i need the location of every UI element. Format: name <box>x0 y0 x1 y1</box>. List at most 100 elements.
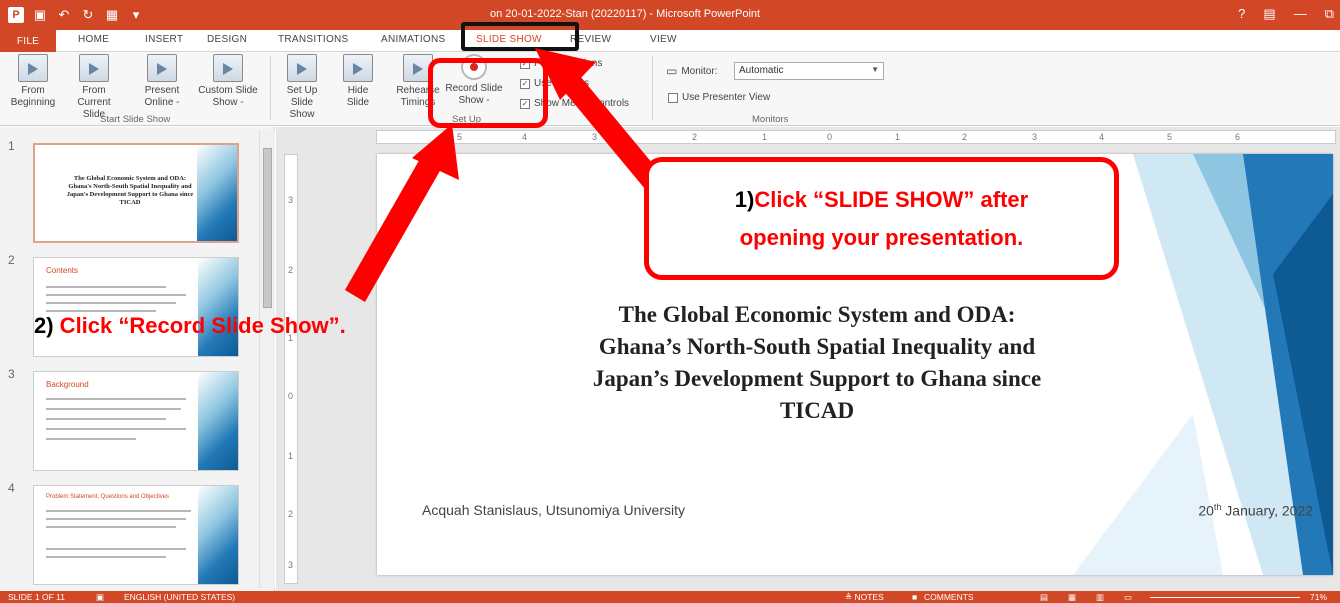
ribbon-display-icon[interactable]: ▤ <box>1263 6 1275 22</box>
status-bar: SLIDE 1 OF 11 ▣ ENGLISH (UNITED STATES) … <box>0 591 1340 603</box>
step-1-line-2: opening your presentation. <box>739 224 1024 250</box>
slide-thumbnail-pane: 1 The Global Economic System and ODA: Gh… <box>0 127 275 591</box>
date-rest: January, 2022 <box>1221 502 1313 519</box>
slide-title: The Global Economic System and ODA: Ghan… <box>527 299 1107 427</box>
thumbnail-text-line <box>46 302 176 304</box>
ruler-tick: 1 <box>762 132 768 142</box>
customize-qat-icon[interactable]: ▾ <box>128 7 144 23</box>
ruler-tick: 1 <box>288 451 294 461</box>
hide-slide-button[interactable]: Hide Slide <box>340 54 376 109</box>
tab-home[interactable]: HOME <box>78 34 109 45</box>
custom-slide-show-label: Custom Slide Show - <box>198 85 258 108</box>
start-from-beginning-icon[interactable]: ▦ <box>104 7 120 23</box>
tab-transitions[interactable]: TRANSITIONS <box>278 34 349 45</box>
custom-slide-show-button[interactable]: Custom Slide Show - <box>196 54 260 109</box>
slide-thumbnail-2[interactable]: Contents <box>33 257 239 357</box>
ruler-tick: 2 <box>288 509 294 519</box>
ruler-tick: 6 <box>1235 132 1241 142</box>
slide-thumbnail-4[interactable]: Problem Statement, Questions and Objecti… <box>33 485 239 585</box>
slide-title-line: The Global Economic System and ODA: <box>618 302 1016 327</box>
thumbnail-title: Contents <box>46 266 79 275</box>
show-media-controls-label: Show Media Controls <box>534 98 630 109</box>
ruler-tick: 3 <box>592 132 598 142</box>
slide-thumbnail-1[interactable]: The Global Economic System and ODA: Ghan… <box>33 143 239 243</box>
ruler-tick: 5 <box>1167 132 1173 142</box>
use-presenter-view-checkbox[interactable]: Use Presenter View <box>668 92 770 103</box>
thumbnail-text-line <box>46 438 136 440</box>
slide-sorter-icon[interactable]: ▦ <box>1068 592 1076 603</box>
window-title: on 20-01-2022-Stan (20220117) - Microsof… <box>490 8 761 20</box>
hide-slide-icon <box>343 54 373 82</box>
slide-show-view-icon[interactable]: ▭ <box>1124 592 1132 603</box>
vertical-ruler: 3 2 1 0 1 2 3 <box>284 154 298 584</box>
title-bar: P ▣ ↶ ↻ ▦ ▾ on 20-01-2022-Stan (20220117… <box>0 0 1340 30</box>
slide-author: Acquah Stanislaus, Utsunomiya University <box>422 502 686 518</box>
group-separator <box>270 56 271 120</box>
ruler-tick: 2 <box>962 132 968 142</box>
undo-icon[interactable]: ↶ <box>56 7 72 23</box>
slide-number: 1 <box>8 139 15 153</box>
help-icon[interactable]: ? <box>1238 6 1245 22</box>
present-online-button[interactable]: Present Online - <box>134 54 190 109</box>
thumbnail-text-line <box>46 548 186 550</box>
zoom-slider[interactable] <box>1150 597 1300 598</box>
monitor-select[interactable]: Automatic ▼ <box>734 62 884 80</box>
custom-slide-show-icon <box>213 54 243 82</box>
play-from-start-icon <box>18 54 48 82</box>
tab-animations[interactable]: ANIMATIONS <box>381 34 445 45</box>
tab-design[interactable]: DESIGN <box>207 34 247 45</box>
tab-insert[interactable]: INSERT <box>145 34 183 45</box>
set-up-label: Set Up Slide Show <box>286 85 318 120</box>
thumbnail-text-line <box>46 286 166 288</box>
comments-icon[interactable]: ■ <box>912 592 917 602</box>
thumbnail-text-line <box>46 398 186 400</box>
normal-view-icon[interactable]: ▤ <box>1040 592 1048 603</box>
ribbon: From Beginning From Current Slide Presen… <box>0 52 1340 126</box>
ruler-tick: 4 <box>1099 132 1105 142</box>
reading-view-icon[interactable]: ▥ <box>1096 592 1104 603</box>
scrollbar-thumb[interactable] <box>263 148 272 308</box>
slide-number: 4 <box>8 481 15 495</box>
slide-show-tab-highlight <box>461 22 579 51</box>
tab-file[interactable]: FILE <box>0 30 56 52</box>
ruler-tick: 1 <box>895 132 901 142</box>
hide-slide-label: Hide Slide <box>346 85 370 108</box>
tab-view[interactable]: VIEW <box>650 34 677 45</box>
chevron-down-icon: ▼ <box>871 65 879 74</box>
minimize-button[interactable]: — <box>1294 6 1307 22</box>
slide-number: 3 <box>8 367 15 381</box>
proofing-icon[interactable]: ▣ <box>96 592 104 603</box>
thumbnail-text-line <box>46 418 166 420</box>
step-1-text: Click “SLIDE SHOW” after <box>754 186 1029 212</box>
save-icon[interactable]: ▣ <box>32 7 48 23</box>
ruler-tick: 3 <box>1032 132 1038 142</box>
comments-button[interactable]: COMMENTS <box>924 592 974 602</box>
language-status[interactable]: ENGLISH (UNITED STATES) <box>124 592 235 602</box>
from-current-slide-button[interactable]: From Current Slide <box>66 54 122 121</box>
thumbnail-decoration <box>198 258 238 356</box>
set-up-slide-show-button[interactable]: Set Up Slide Show <box>280 54 324 121</box>
quick-access-toolbar: P ▣ ↶ ↻ ▦ ▾ <box>0 7 240 23</box>
checkbox-empty-icon <box>668 92 678 103</box>
thumbnail-text-line <box>46 294 186 296</box>
slide-title-line: Japan’s Development Support to Ghana sin… <box>592 366 1042 391</box>
from-beginning-button[interactable]: From Beginning <box>4 54 62 109</box>
monitor-select-value: Automatic <box>739 65 784 76</box>
ruler-tick: 3 <box>288 560 294 570</box>
thumbnail-scrollbar[interactable] <box>259 130 275 588</box>
horizontal-ruler: 5 4 3 2 1 0 1 2 3 4 5 6 <box>376 130 1336 144</box>
ruler-tick: 0 <box>827 132 833 142</box>
slide-thumbnail-3[interactable]: Background <box>33 371 239 471</box>
notes-button[interactable]: ≜ NOTES <box>845 592 884 603</box>
thumbnail-title: Problem Statement, Questions and Objecti… <box>46 494 170 500</box>
restore-button[interactable]: ⧉ <box>1325 6 1334 22</box>
thumbnail-text-line <box>46 556 166 558</box>
thumbnail-text-line <box>46 310 156 312</box>
slide-count: SLIDE 1 OF 11 <box>8 592 66 602</box>
use-presenter-view-label: Use Presenter View <box>682 92 771 103</box>
present-online-icon <box>147 54 177 82</box>
zoom-level[interactable]: 71% <box>1310 592 1327 602</box>
date-day: 20 <box>1198 502 1214 519</box>
redo-icon[interactable]: ↻ <box>80 7 96 23</box>
thumbnail-decoration <box>198 486 238 584</box>
